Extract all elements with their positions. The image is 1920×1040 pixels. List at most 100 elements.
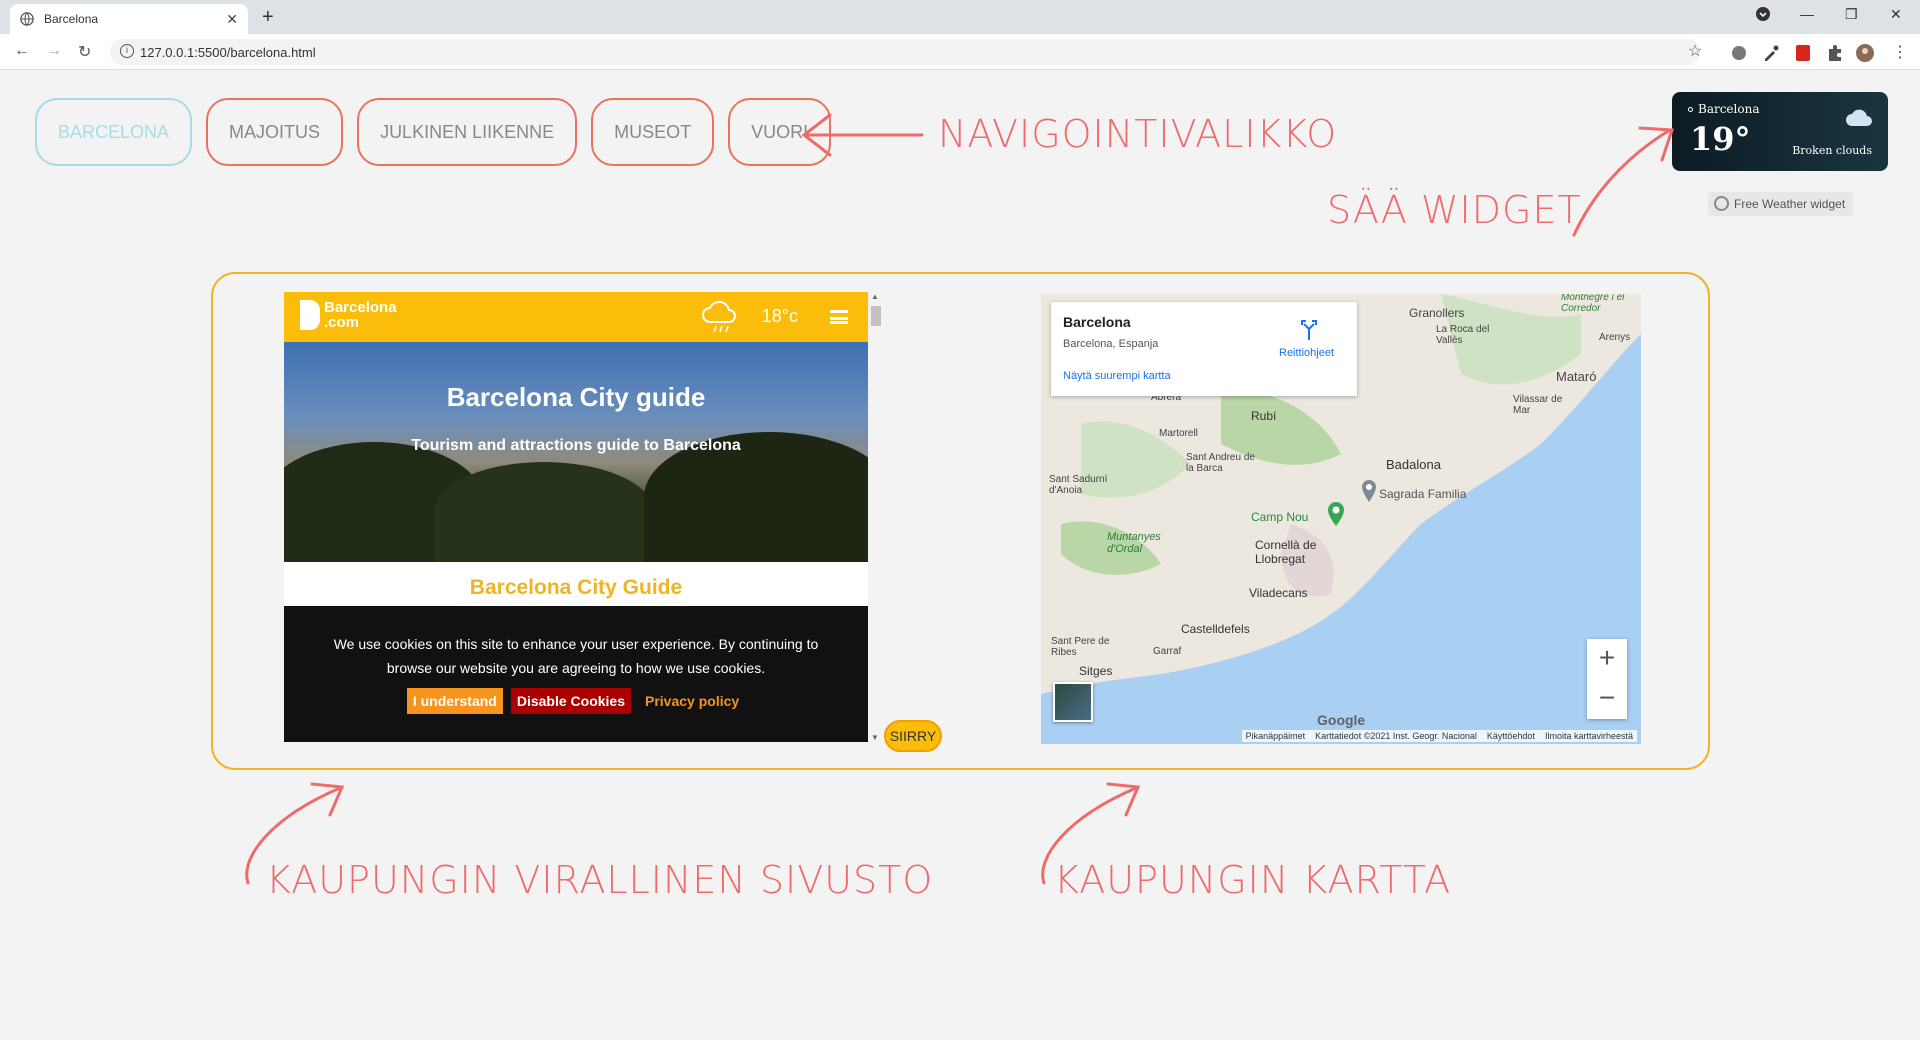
map-label-la-roca: La Roca del Vallès: [1436, 324, 1490, 346]
hero-title: Barcelona City guide: [446, 382, 706, 412]
i-understand-button[interactable]: I understand: [406, 688, 503, 714]
satellite-toggle[interactable]: [1053, 682, 1093, 722]
map-footer: Pikanäppäimet Karttatiedot ©2021 Inst. G…: [1241, 730, 1637, 742]
globe-icon: [20, 12, 34, 26]
annotation-navigation: NAVIGOINTIVALIKKO: [938, 112, 1338, 156]
nav-barcelona-button[interactable]: BARCELONA: [35, 98, 193, 166]
privacy-policy-link[interactable]: Privacy policy: [639, 688, 745, 714]
map-label-montnegre: Montnegre i el Corredor: [1561, 294, 1625, 314]
extension-globe-icon[interactable]: [1730, 44, 1748, 62]
cloud-icon: [1846, 109, 1872, 126]
hero-subtitle: Tourism and attractions guide to Barcelo…: [411, 437, 741, 454]
extensions-puzzle-icon[interactable]: [1826, 44, 1844, 62]
nav-majoitus-button[interactable]: MAJOITUS: [206, 98, 344, 166]
disable-cookies-button[interactable]: Disable Cookies: [510, 688, 631, 714]
restore-icon[interactable]: ❐: [1845, 6, 1858, 23]
camp-nou-pin-icon: [1328, 502, 1344, 526]
arrow-left-icon: [801, 113, 924, 157]
weather-widget[interactable]: Barcelona 19° Broken clouds: [1672, 92, 1888, 171]
site-header: Barcelona .com 18°c: [284, 292, 868, 342]
browser-tab[interactable]: Barcelona ✕: [10, 4, 248, 34]
map-label-muntanyes: Muntanyes d'Ordal: [1107, 531, 1161, 555]
free-weather-widget-link[interactable]: Free Weather widget: [1708, 192, 1854, 216]
avatar[interactable]: [1856, 44, 1874, 62]
hero-image: Barcelona City guide Tourism and attract…: [284, 342, 868, 562]
map-label-sant-andreu: Sant Andreu de la Barca: [1186, 452, 1255, 474]
map-label-garraf: Garraf: [1153, 646, 1182, 657]
map-label-sant-sadurni: Sant Sadurní d'Anoia: [1049, 474, 1108, 496]
map-label-viladecans: Viladecans: [1249, 586, 1308, 600]
embedded-city-website[interactable]: Barcelona .com 18°c Barcelona City guide …: [284, 292, 868, 742]
map-label-camp-nou: Camp Nou: [1251, 510, 1309, 524]
map-label-granollers: Granollers: [1409, 306, 1465, 320]
map-label-cornella: Cornellà de Llobregat: [1255, 538, 1317, 566]
map-label-martorell: Martorell: [1159, 428, 1198, 439]
back-icon[interactable]: ←: [14, 42, 30, 60]
new-tab-button[interactable]: +: [262, 6, 274, 29]
weather-temperature: 19°: [1690, 120, 1751, 158]
google-logo: Google: [1317, 712, 1366, 728]
map-label-vilassar: Vilassar de Mar: [1513, 394, 1563, 416]
reload-icon[interactable]: ↻: [78, 42, 91, 62]
info-icon[interactable]: i: [120, 44, 134, 58]
map-label-castelldefels: Castelldefels: [1181, 622, 1250, 636]
map-label-rubi: Rubí: [1251, 409, 1277, 423]
section-title: Barcelona City Guide: [469, 576, 683, 599]
pdf-icon[interactable]: [1794, 44, 1812, 62]
nav-museot-button[interactable]: MUSEOT: [591, 98, 715, 166]
zoom-out-button[interactable]: −: [1587, 679, 1627, 719]
annotation-weather: SÄÄ WIDGET: [1327, 188, 1582, 232]
zoom-in-button[interactable]: +: [1587, 639, 1627, 679]
close-window-icon[interactable]: ✕: [1890, 6, 1902, 23]
report-error-link[interactable]: Ilmoita karttavirheestä: [1545, 731, 1633, 741]
larger-map-link[interactable]: Näytä suurempi kartta: [1063, 370, 1171, 382]
close-tab-icon[interactable]: ✕: [226, 11, 238, 28]
free-weather-widget-label: Free Weather widget: [1734, 197, 1846, 211]
page-content: BARCELONA MAJOITUS JULKINEN LIIKENNE MUS…: [0, 70, 1920, 1040]
directions-link[interactable]: Reittiohjeet: [1279, 347, 1334, 359]
url-text: 127.0.0.1:5500/barcelona.html: [140, 44, 316, 60]
profile-dropdown-icon[interactable]: [1755, 6, 1771, 25]
annotation-city-map: KAUPUNGIN KARTTA: [1054, 858, 1452, 902]
menu-kebab-icon[interactable]: ⋮: [1892, 42, 1908, 62]
terms-link[interactable]: Käyttöehdot: [1487, 731, 1535, 741]
hamburger-menu-icon[interactable]: [830, 310, 848, 324]
cookie-text-1: We use cookies on this site to enhance y…: [333, 636, 819, 652]
city-map[interactable]: Granollers La Roca del Vallès Mataró Vil…: [1041, 294, 1641, 744]
map-label-badalona: Badalona: [1386, 457, 1441, 472]
keyboard-shortcuts-link[interactable]: Pikanäppäimet: [1246, 731, 1306, 741]
directions-icon[interactable]: [1301, 320, 1317, 340]
browser-toolbar: ← → ↻ i 127.0.0.1:5500/barcelona.html ☆ …: [0, 34, 1920, 70]
bookmark-star-icon[interactable]: ☆: [1688, 41, 1702, 61]
browser-tab-strip: Barcelona ✕ + — ❐ ✕: [0, 0, 1920, 34]
eyedropper-icon[interactable]: [1762, 44, 1780, 62]
rain-cloud-icon: [702, 300, 736, 333]
history-icon: [1714, 196, 1729, 211]
map-label-sitges: Sitges: [1079, 664, 1113, 678]
annotation-official-site: KAUPUNGIN VIRALLINEN SIVUSTO: [266, 858, 934, 902]
arrow-up-right-icon: [1572, 126, 1675, 237]
logo-b-icon: [300, 300, 320, 330]
scrollbar-thumb[interactable]: [871, 306, 881, 326]
location-dot-icon: [1688, 107, 1693, 112]
map-zoom-controls: + −: [1587, 639, 1627, 719]
site-scrollbar[interactable]: ▲ ▼: [868, 292, 882, 742]
siirry-button[interactable]: SIIRRY: [884, 720, 942, 752]
address-bar[interactable]: i 127.0.0.1:5500/barcelona.html: [110, 39, 1700, 65]
map-label-sagrada-familia: Sagrada Familia: [1379, 487, 1467, 501]
cookie-banner: We use cookies on this site to enhance y…: [284, 606, 868, 742]
logo-line2: .com: [324, 314, 360, 331]
map-place-card: Barcelona Barcelona, Espanja Näytä suure…: [1051, 302, 1357, 396]
map-label-mataro: Mataró: [1556, 369, 1597, 384]
weather-condition: Broken clouds: [1792, 144, 1872, 157]
forward-icon[interactable]: →: [46, 42, 62, 60]
site-logo[interactable]: Barcelona .com: [300, 300, 397, 330]
minimize-icon[interactable]: —: [1800, 6, 1814, 22]
site-temperature: 18°c: [761, 306, 798, 326]
map-label-arenys: Arenys: [1599, 332, 1631, 343]
cookie-text-2: browse our website you are agreeing to h…: [386, 660, 766, 676]
map-place-title: Barcelona: [1063, 314, 1131, 330]
tab-title: Barcelona: [44, 12, 99, 26]
nav-julkinen-liikenne-button[interactable]: JULKINEN LIIKENNE: [357, 98, 578, 166]
map-label-sant-pere: Sant Pere de Ribes: [1051, 636, 1110, 658]
